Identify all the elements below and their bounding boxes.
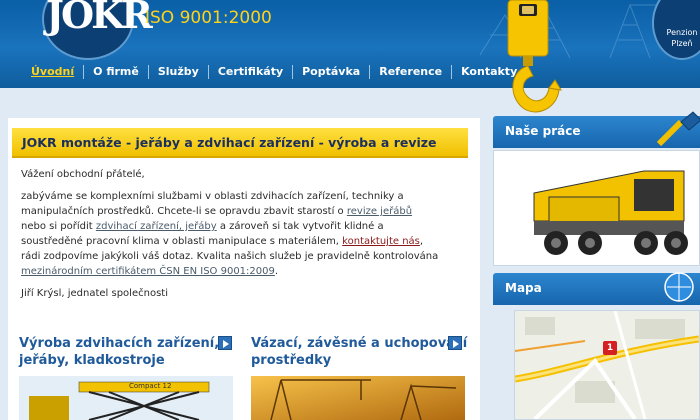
penzion-label: Penzion (666, 28, 698, 37)
intro-line: a zároveň si tak vytvořit klidné a (216, 221, 384, 232)
intro-line: nebo si pořídit (21, 221, 96, 232)
main-navigation: Úvodní O firmě Služby Certifikáty Poptáv… (0, 60, 517, 84)
sidebar-map-title: Mapa (505, 281, 542, 295)
sidebar-works-title: Naše práce (505, 124, 581, 138)
intro-line: soustředěné pracovní klima v oblasti man… (21, 236, 343, 247)
nav-reference[interactable]: Reference (370, 65, 453, 79)
intro-paragraph: zabýváme se komplexními službami v oblas… (21, 189, 461, 279)
link-revize-jerabu[interactable]: revize jeřábů (347, 206, 412, 217)
nav-certifikaty[interactable]: Certifikáty (209, 65, 294, 79)
sidebar-map-image[interactable]: 1 (514, 310, 700, 420)
greeting-text: Vážení obchodní přátelé, (21, 169, 145, 180)
promo-image-cranes[interactable] (251, 376, 465, 420)
intro-line: , (419, 236, 424, 247)
mobile-crane-image (494, 151, 699, 265)
crane-sunset-image (251, 376, 465, 420)
promo-title-vyroba[interactable]: Výroba zdvihacích zařízení, jeřáby, klad… (19, 335, 219, 369)
map-globe-icon (664, 272, 694, 302)
page-title: JOKR montáže - jeřáby a zdvihací zařízen… (22, 135, 437, 150)
intro-line: rádi zodpovíme jakýkoli váš dotaz. Kvali… (21, 251, 439, 262)
paint-brush-icon (656, 111, 700, 147)
promo-line: prostředky (251, 353, 332, 368)
penzion-city-label: Plzeň (671, 39, 693, 48)
lift-model-label: Compact 12 (129, 382, 172, 390)
intro-line: zabýváme se komplexními službami v oblas… (21, 191, 404, 202)
site-header: JOKR ISO 9001:2000 Penzion Plzeň Úvodní … (0, 0, 700, 88)
promo-image-lift[interactable]: Compact 12 (19, 376, 233, 420)
nav-o-firme[interactable]: O firmě (84, 65, 149, 79)
promo-line: Vázací, závěsné a uchopovací (251, 336, 468, 351)
link-zdvihaci-zarizeni[interactable]: zdvihací zařízení, jeřáby (96, 221, 217, 232)
nav-sluzby[interactable]: Služby (149, 65, 209, 79)
promo-arrow-icon[interactable] (218, 336, 232, 350)
location-map (514, 310, 700, 420)
promo-title-vazaci[interactable]: Vázací, závěsné a uchopovací prostředky (251, 335, 467, 369)
page-title-bar: JOKR montáže - jeřáby a zdvihací zařízen… (12, 128, 468, 158)
link-kontaktujte-nas[interactable]: kontaktujte nás (342, 236, 420, 247)
promo-line: jeřáby, kladkostroje (19, 353, 165, 368)
promo-arrow-icon[interactable] (448, 336, 462, 350)
sidebar-works-image[interactable] (493, 150, 700, 266)
logo-text: JOKR (46, 0, 153, 37)
sidebar-works-header[interactable]: Naše práce (493, 111, 700, 148)
link-certifikat[interactable]: mezinárodním certifikátem ČSN EN ISO 900… (21, 266, 275, 277)
intro-line: . (274, 266, 279, 277)
intro-line: manipulačních prostředků. Chcete-li se o… (21, 206, 347, 217)
scissor-lift-image (19, 376, 233, 420)
crane-hook-icon (507, 0, 562, 113)
nav-poptavka[interactable]: Poptávka (293, 65, 371, 79)
iso-certification-label: ISO 9001:2000 (145, 8, 272, 28)
signature-text: Jiří Krýsl, jednatel společnosti (21, 288, 168, 299)
sidebar-map-header[interactable]: Mapa (493, 272, 700, 305)
map-marker-icon[interactable]: 1 (603, 341, 617, 355)
promo-line: Výroba zdvihacích zařízení, (19, 336, 220, 351)
nav-uvodni[interactable]: Úvodní (22, 65, 85, 79)
